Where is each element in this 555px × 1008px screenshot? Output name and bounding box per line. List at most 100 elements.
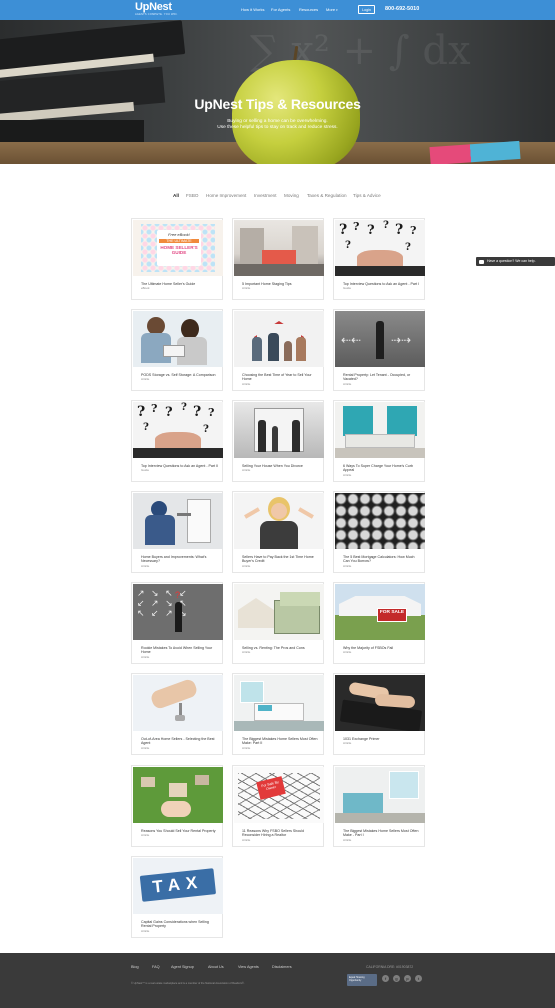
resource-card[interactable]: Selling Your House When You Divorce Arti…: [232, 400, 324, 482]
resource-card[interactable]: Reasons You Should Sell Your Rental Prop…: [131, 765, 223, 847]
card-thumbnail[interactable]: [133, 311, 223, 367]
resource-card[interactable]: Selling vs. Renting: The Pros and Cons A…: [232, 582, 324, 664]
resource-card[interactable]: The 5 Best Mortgage Calculators: How Muc…: [333, 491, 425, 573]
card-title[interactable]: 6 Ways To Super Charge Your Home's Curb …: [343, 464, 421, 477]
footer-link-faq[interactable]: FAQ: [152, 965, 160, 969]
card-thumbnail[interactable]: [335, 402, 425, 458]
card-thumbnail[interactable]: ?? ?? ?? ??: [335, 220, 425, 276]
card-thumbnail[interactable]: [133, 675, 223, 731]
upnest-logo[interactable]: UpNest: [135, 1, 172, 13]
card-thumbnail[interactable]: [234, 311, 324, 367]
footer-link-view-agents[interactable]: View Agents: [238, 965, 259, 969]
copyright-text: © UpNest™ is a real estate marketplace a…: [131, 982, 245, 985]
card-title[interactable]: Rental Property: Let Tenant - Occupied, …: [343, 373, 421, 386]
card-title[interactable]: The Ultimate Home Seller's Guide eBook: [141, 282, 219, 291]
card-thumbnail[interactable]: Free eBook! THE ULTIMATE HOME SELLER'S G…: [133, 220, 223, 276]
login-button[interactable]: Login: [358, 5, 375, 14]
card-title[interactable]: 5 Important Home Staging Tips Article: [242, 282, 320, 291]
resource-card[interactable]: Sellers Have to Pay Back the 1st Time Ho…: [232, 491, 324, 573]
resource-card[interactable]: 6 Ways To Super Charge Your Home's Curb …: [333, 400, 425, 482]
card-type: Article: [343, 472, 352, 477]
card-title[interactable]: Rookie Mistakes To Avoid When Selling Yo…: [141, 646, 219, 659]
resource-card[interactable]: Choosing the Best Time of Year to Sell Y…: [232, 309, 324, 391]
card-title-text: Home Buyers and Improvements: What's Nec…: [141, 555, 207, 564]
phone-number[interactable]: 800-692-5010: [385, 6, 419, 12]
resource-card[interactable]: FOR SALE Why the Majority of FSBOs Fail …: [333, 582, 425, 664]
resource-card[interactable]: ?? ?? ?? ?? Top Interview Questions to A…: [333, 218, 425, 300]
card-thumbnail[interactable]: ?? ?? ?? ??: [133, 402, 223, 458]
card-title[interactable]: Selling vs. Renting: The Pros and Cons A…: [242, 646, 320, 655]
resource-card[interactable]: Out-of-Area Home Sellers - Selecting the…: [131, 673, 223, 755]
filter-fsbo[interactable]: FSBO: [186, 193, 199, 198]
card-thumbnail[interactable]: [133, 767, 223, 823]
nav-for-agents[interactable]: For Agents: [271, 7, 290, 12]
card-title[interactable]: Capital Gains Considerations when Sellin…: [141, 920, 219, 933]
card-thumbnail[interactable]: ↗ ↘ ↖ ↙ ↙ ↗ ↘ ↖ ↖ ↙ ↗ ↘ ?: [133, 584, 223, 640]
nav-how-it-works[interactable]: How it Works: [241, 7, 264, 12]
resource-card[interactable]: ⇠⇠ ⇢⇢ Rental Property: Let Tenant - Occu…: [333, 309, 425, 391]
resource-card[interactable]: Home Buyers and Improvements: What's Nec…: [131, 491, 223, 573]
card-title[interactable]: The Biggest Mistakes Home Sellers Most O…: [343, 829, 421, 842]
filter-home-improvement[interactable]: Home Improvement: [206, 193, 246, 198]
card-title[interactable]: Out-of-Area Home Sellers - Selecting the…: [141, 737, 219, 750]
resource-card[interactable]: PODS Storage vs. Self Storage: A Compari…: [131, 309, 223, 391]
card-thumbnail[interactable]: [234, 493, 324, 549]
card-thumbnail[interactable]: [234, 220, 324, 276]
footer-link-blog[interactable]: Blog: [131, 965, 139, 969]
card-title[interactable]: Sellers Have to Pay Back the 1st Time Ho…: [242, 555, 320, 568]
card-thumbnail[interactable]: [234, 402, 324, 458]
card-thumbnail[interactable]: FOR SALE: [335, 584, 425, 640]
card-title[interactable]: Choosing the Best Time of Year to Sell Y…: [242, 373, 320, 386]
card-thumbnail[interactable]: [335, 493, 425, 549]
filter-moving[interactable]: Moving: [284, 193, 299, 198]
card-title[interactable]: Selling Your House When You Divorce Arti…: [242, 464, 320, 473]
nav-resources[interactable]: Resources: [299, 7, 318, 12]
card-title[interactable]: The Biggest Mistakes Home Sellers Most O…: [242, 737, 320, 750]
twitter-icon[interactable]: t: [415, 975, 422, 982]
card-title[interactable]: Why the Majority of FSBOs Fail Article: [343, 646, 421, 655]
card-title[interactable]: Home Buyers and Improvements: What's Nec…: [141, 555, 219, 568]
card-thumbnail[interactable]: [335, 675, 425, 731]
footer-link-disclaimers[interactable]: Disclaimers: [272, 965, 292, 969]
resource-card[interactable]: 5 Important Home Staging Tips Article: [232, 218, 324, 300]
google-plus-icon[interactable]: g: [393, 975, 400, 982]
card-title[interactable]: Top Interview Questions to Ask an Agent …: [141, 464, 219, 473]
card-thumbnail[interactable]: [335, 767, 425, 823]
card-title[interactable]: 11 Reasons Why FSBO Sellers Should Recon…: [242, 829, 320, 842]
resource-card[interactable]: ?? ?? ?? ?? Top Interview Questions to A…: [131, 400, 223, 482]
card-thumbnail[interactable]: [133, 493, 223, 549]
card-thumbnail[interactable]: [234, 584, 324, 640]
card-type: Article: [343, 741, 352, 746]
chat-widget[interactable]: Have a question? We can help.: [476, 257, 555, 266]
card-thumbnail[interactable]: ⇠⇠ ⇢⇢: [335, 311, 425, 367]
resource-card[interactable]: The Biggest Mistakes Home Sellers Most O…: [333, 765, 425, 847]
filter-tips-advice[interactable]: Tips & Advice: [353, 193, 381, 198]
footer-link-about-us[interactable]: About Us: [208, 965, 224, 969]
resource-card[interactable]: For Sale By Owner 11 Reasons Why FSBO Se…: [232, 765, 324, 847]
resource-card[interactable]: Free eBook! THE ULTIMATE HOME SELLER'S G…: [131, 218, 223, 300]
resource-card[interactable]: TAX Capital Gains Considerations when Se…: [131, 856, 223, 938]
card-title-text: Reasons You Should Sell Your Rental Prop…: [141, 829, 216, 833]
card-title-text: Top Interview Questions to Ask an Agent …: [141, 464, 219, 468]
pinterest-icon[interactable]: p: [404, 975, 411, 982]
resource-card[interactable]: 1031 Exchange Primer Article: [333, 673, 425, 755]
card-title[interactable]: 1031 Exchange Primer Article: [343, 737, 421, 746]
nav-more-label: More: [326, 7, 336, 12]
card-thumbnail[interactable]: For Sale By Owner: [234, 767, 324, 823]
filter-taxes-regulation[interactable]: Taxes & Regulation: [307, 193, 347, 198]
resource-card[interactable]: ↗ ↘ ↖ ↙ ↙ ↗ ↘ ↖ ↖ ↙ ↗ ↘ ? Rookie Mistakes …: [131, 582, 223, 664]
chat-label: Have a question? We can help.: [487, 259, 536, 263]
card-title[interactable]: Top Interview Questions to Ask an Agent …: [343, 282, 421, 291]
facebook-icon[interactable]: f: [382, 975, 389, 982]
resource-card[interactable]: The Biggest Mistakes Home Sellers Most O…: [232, 673, 324, 755]
filter-all[interactable]: All: [173, 193, 179, 198]
card-thumbnail[interactable]: [234, 675, 324, 731]
card-thumbnail[interactable]: TAX: [133, 858, 223, 914]
card-title[interactable]: PODS Storage vs. Self Storage: A Compari…: [141, 373, 219, 382]
card-title-text: Rental Property: Let Tenant - Occupied, …: [343, 373, 411, 382]
card-title[interactable]: The 5 Best Mortgage Calculators: How Muc…: [343, 555, 421, 568]
nav-more[interactable]: More▾: [326, 7, 338, 12]
filter-investment[interactable]: Investment: [254, 193, 276, 198]
footer-link-agent-signup[interactable]: Agent Signup: [171, 965, 194, 969]
card-title[interactable]: Reasons You Should Sell Your Rental Prop…: [141, 829, 219, 838]
